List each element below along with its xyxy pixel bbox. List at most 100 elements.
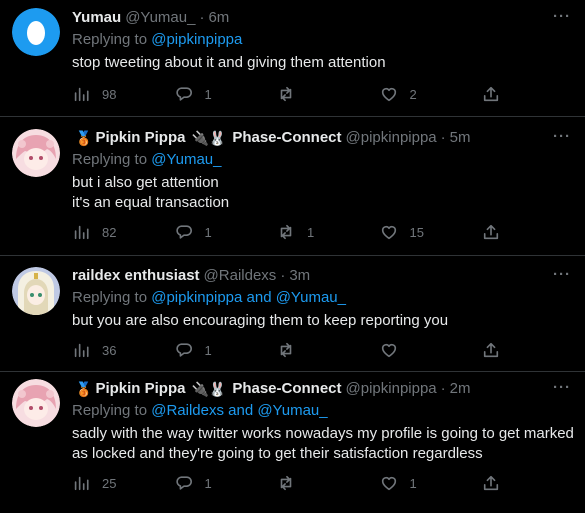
views-count: 98 <box>102 86 117 102</box>
replying-to-label: Replying to <box>72 151 152 168</box>
anime-girl-avatar-icon <box>12 379 60 427</box>
views-count: 25 <box>102 475 117 491</box>
like-button[interactable]: 2 <box>380 85 470 103</box>
user-handle[interactable]: @Yumau_ <box>125 8 195 28</box>
tweet-text-line: but you are also encouraging them to kee… <box>72 312 449 329</box>
retweet-icon <box>280 475 292 491</box>
plug-rabbit-icon: 🔌🐰 <box>191 381 227 397</box>
reply-icon <box>175 343 192 357</box>
display-name[interactable]: raildex enthusiast <box>72 266 200 286</box>
display-name[interactable]: Pipkin Pippa <box>95 379 185 399</box>
retweet-button[interactable]: 1 <box>277 223 367 241</box>
bronze-medal-icon: 🥉 <box>75 130 93 146</box>
like-count: 15 <box>409 224 424 240</box>
views-count: 82 <box>102 224 117 240</box>
retweet-count: 1 <box>307 224 315 240</box>
reply-count: 1 <box>204 86 212 102</box>
more-options-icon[interactable]: ··· <box>553 128 571 145</box>
reply-mention-link[interactable]: @Yumau_ <box>151 151 221 168</box>
display-name-suffix[interactable]: Phase-Connect <box>232 128 341 148</box>
like-button[interactable] <box>380 341 470 359</box>
retweet-button[interactable] <box>277 474 367 492</box>
reply-button[interactable]: 1 <box>175 85 265 103</box>
retweet-button[interactable] <box>277 85 367 103</box>
tweet-text: but i also get attention it's an equal t… <box>72 173 573 213</box>
tweet-text-line: stop tweeting about it and giving them a… <box>72 54 386 71</box>
reply-count: 1 <box>204 342 212 358</box>
share-button[interactable] <box>482 85 502 103</box>
views-button[interactable]: 36 <box>72 341 162 359</box>
views-button[interactable]: 25 <box>72 474 162 492</box>
share-button[interactable] <box>482 474 502 492</box>
anime-nun-avatar-icon <box>12 267 60 315</box>
user-handle[interactable]: @pipkinpippa <box>346 379 437 399</box>
reply-mention-link[interactable]: @pipkinpippa and @Yumau_ <box>151 289 346 306</box>
separator-dot: · <box>440 380 446 397</box>
tweet-text: sadly with the way twitter works nowaday… <box>72 424 574 464</box>
reply-button[interactable]: 1 <box>175 341 265 359</box>
like-count: 1 <box>409 475 417 491</box>
reply-mention-link[interactable]: @Raildexs and @Yumau_ <box>151 402 327 419</box>
avatar[interactable] <box>12 129 60 177</box>
user-handle[interactable]: @pipkinpippa <box>346 128 437 148</box>
user-handle[interactable]: @Raildexs <box>204 266 277 286</box>
share-icon <box>483 475 499 491</box>
plug-rabbit-icon: 🔌🐰 <box>191 130 227 146</box>
tweet-header: raildex enthusiast @Raildexs · 3m <box>72 266 573 286</box>
display-name[interactable]: Yumau <box>72 8 121 28</box>
views-count: 36 <box>102 342 117 358</box>
reply-icon <box>175 87 192 101</box>
reply-button[interactable]: 1 <box>175 223 265 241</box>
reply-icon <box>175 476 192 490</box>
analytics-icon <box>74 476 89 491</box>
timestamp[interactable]: 5m <box>450 128 471 148</box>
display-name[interactable]: Pipkin Pippa <box>95 128 185 148</box>
timestamp[interactable]: 6m <box>208 8 229 28</box>
tweet-actions: 25 1 1 <box>72 473 502 493</box>
avatar[interactable] <box>12 8 60 56</box>
reply-icon <box>175 225 192 239</box>
timestamp[interactable]: 3m <box>289 266 310 286</box>
retweet-icon <box>280 342 292 358</box>
tweet-text-line: it's an equal transaction <box>72 194 230 211</box>
tweet-text-line: sadly with the way twitter works nowaday… <box>72 425 574 442</box>
tweet[interactable]: Yumau @Yumau_ · 6m Replying to @pipkinpi… <box>0 0 585 117</box>
like-button[interactable]: 15 <box>380 223 470 241</box>
replying-to: Replying to @pipkinpippa <box>72 30 573 50</box>
replying-to-label: Replying to <box>72 31 152 48</box>
timestamp[interactable]: 2m <box>450 379 471 399</box>
tweet-actions: 36 1 <box>72 340 502 360</box>
tweet-text: stop tweeting about it and giving them a… <box>72 53 573 73</box>
avatar[interactable] <box>12 379 60 427</box>
more-options-icon[interactable]: ··· <box>553 379 571 396</box>
analytics-icon <box>74 343 89 358</box>
tweet[interactable]: 🥉 Pipkin Pippa 🔌🐰 Phase-Connect @pipkinp… <box>0 372 585 513</box>
heart-icon <box>381 476 396 491</box>
reply-count: 1 <box>204 475 212 491</box>
avatar[interactable] <box>12 267 60 315</box>
tweet-text-line: as locked and they're going to get their… <box>72 445 483 462</box>
tweet-actions: 98 1 2 <box>72 84 502 104</box>
retweet-button[interactable] <box>277 341 367 359</box>
more-options-icon[interactable]: ··· <box>553 266 571 283</box>
replying-to-label: Replying to <box>72 289 152 306</box>
reply-button[interactable]: 1 <box>175 474 265 492</box>
tweet[interactable]: raildex enthusiast @Raildexs · 3m Replyi… <box>0 256 585 372</box>
share-icon <box>483 86 499 102</box>
share-icon <box>483 224 499 240</box>
reply-mention-link[interactable]: @pipkinpippa <box>151 31 242 48</box>
bronze-medal-icon: 🥉 <box>75 381 93 397</box>
views-button[interactable]: 98 <box>72 85 162 103</box>
more-options-icon[interactable]: ··· <box>553 8 571 25</box>
heart-icon <box>381 343 396 358</box>
tweet[interactable]: 🥉 Pipkin Pippa 🔌🐰 Phase-Connect @pipkinp… <box>0 117 585 256</box>
share-icon <box>483 342 499 358</box>
separator-dot: · <box>440 129 446 146</box>
tweet-text: but you are also encouraging them to kee… <box>72 311 573 331</box>
display-name-suffix[interactable]: Phase-Connect <box>232 379 341 399</box>
like-button[interactable]: 1 <box>380 474 470 492</box>
analytics-icon <box>74 225 89 240</box>
share-button[interactable] <box>482 341 502 359</box>
share-button[interactable] <box>482 223 502 241</box>
views-button[interactable]: 82 <box>72 223 162 241</box>
